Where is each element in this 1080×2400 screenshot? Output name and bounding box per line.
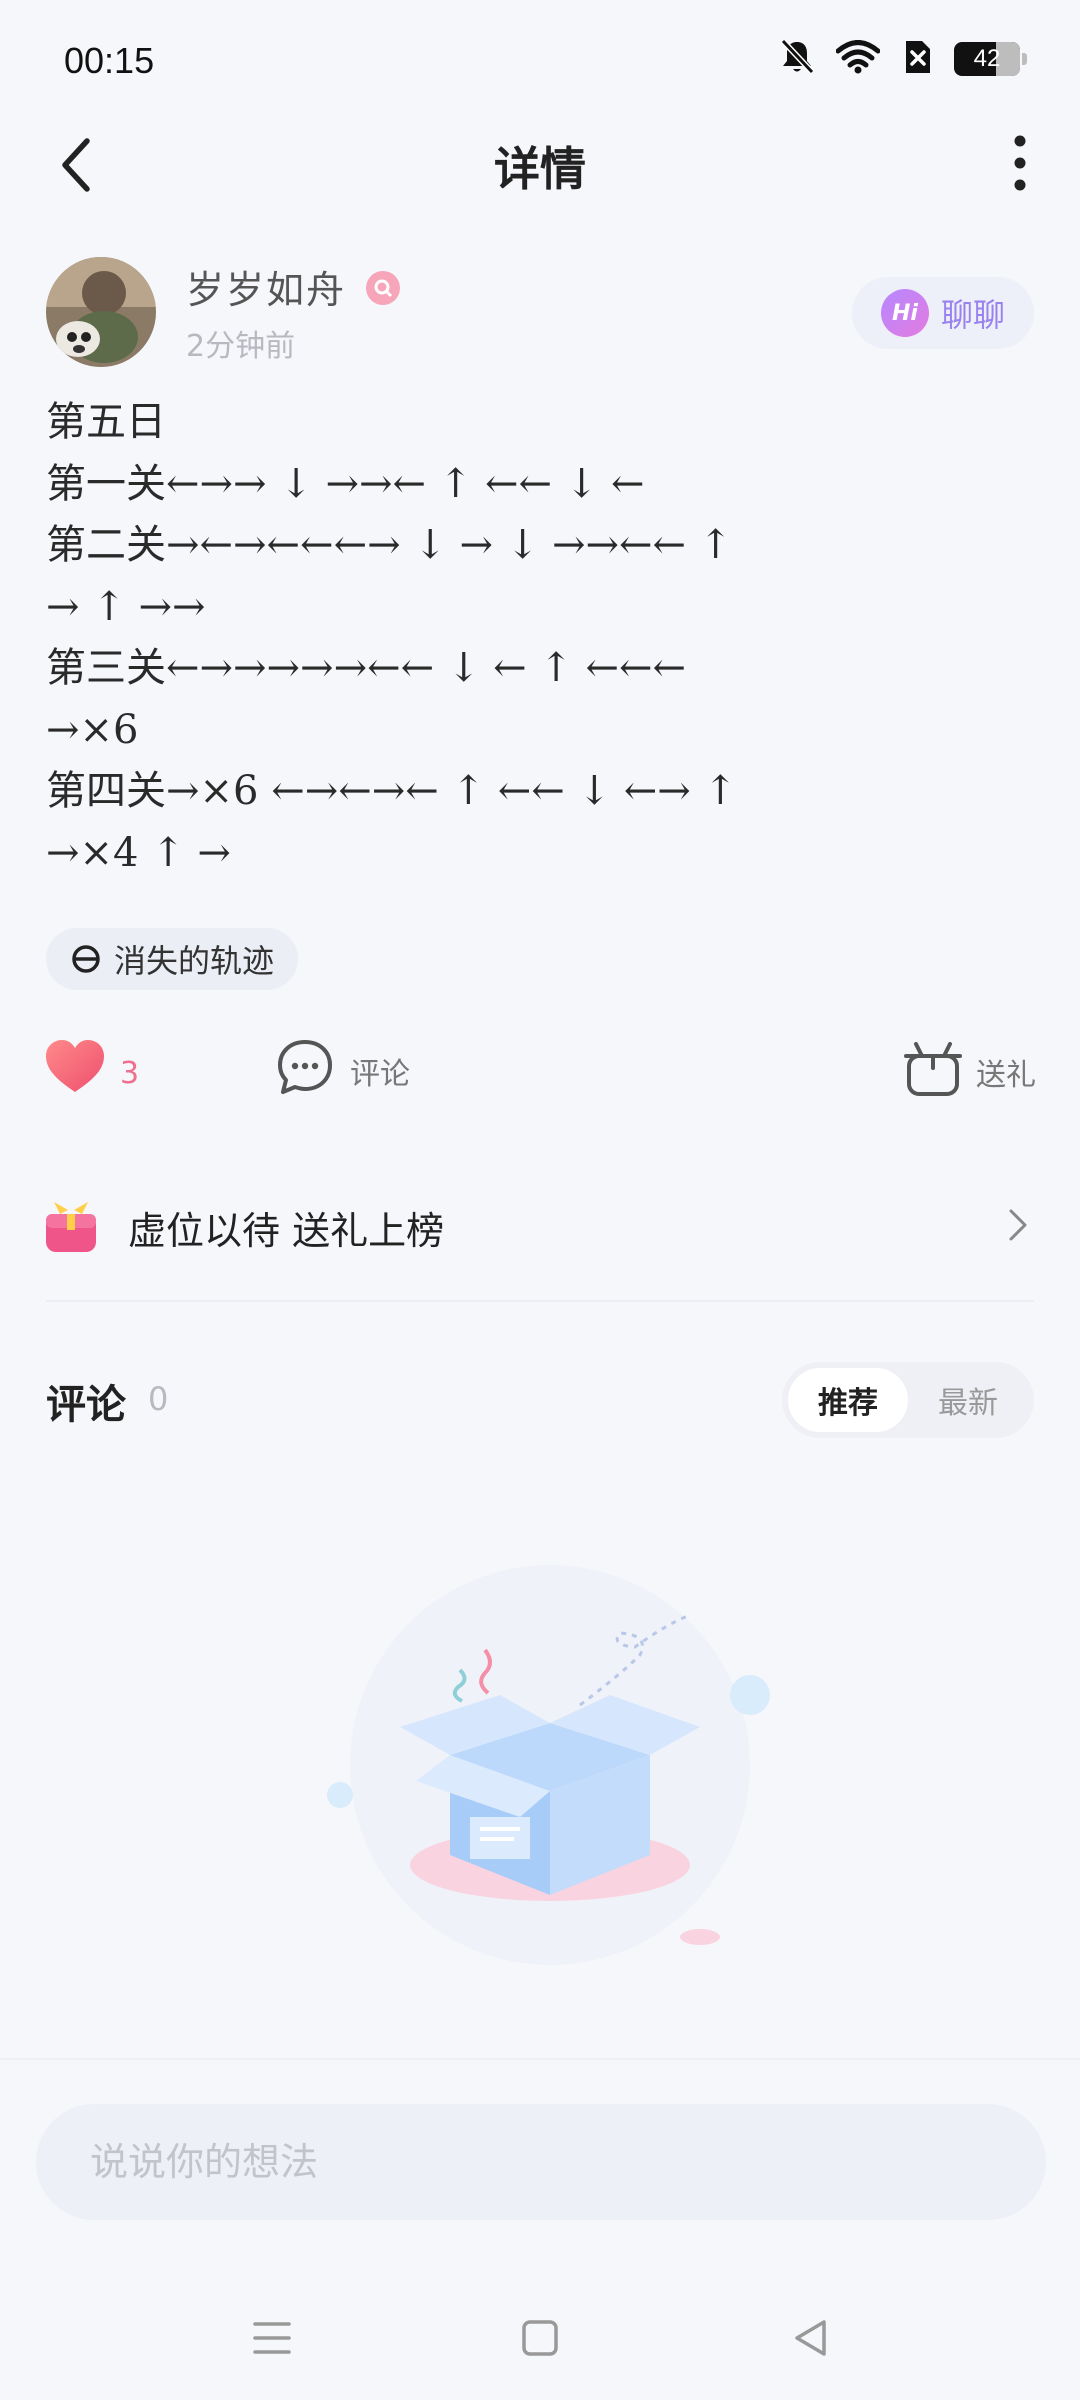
top-app-bar: 详情 — [0, 125, 1080, 205]
post-line: 第二关→←→←←←→ ↓ → ↓ →→←← ↑ — [46, 522, 733, 568]
battery-icon: 42 — [954, 42, 1027, 76]
author-name[interactable]: 岁岁如舟 — [186, 259, 346, 314]
home-square-icon — [522, 2320, 558, 2356]
more-vertical-icon — [1014, 135, 1026, 191]
post-line: → ↑ →→ — [46, 583, 206, 630]
comment-input-bar — [0, 2058, 1080, 2258]
post-detail-page: 00:15 42 详情 岁岁如舟 2分钟前 Hi 聊聊 第五日 第一关←→→ ↓… — [0, 0, 1080, 2400]
avatar[interactable] — [46, 257, 156, 367]
gift-outline-icon — [904, 1042, 962, 1096]
topic-icon — [72, 945, 100, 973]
comment-bubble-icon — [278, 1040, 332, 1094]
status-icons: 42 — [780, 38, 1027, 80]
gift-ranking-label: 虚位以待 送礼上榜 — [128, 1209, 445, 1253]
nav-home-button[interactable] — [510, 2308, 570, 2368]
author-row: 岁岁如舟 2分钟前 Hi 聊聊 — [0, 255, 1080, 375]
post-line: →×6 — [46, 706, 139, 753]
system-navigation-bar — [0, 2258, 1080, 2400]
comment-input[interactable] — [36, 2104, 1046, 2220]
menu-icon — [253, 2322, 291, 2354]
post-content: 第五日 第一关←→→ ↓ →→← ↑ ←← ↓ ← 第二关→←→←←←→ ↓ →… — [46, 392, 1036, 884]
comment-sort-switch: 推荐 最新 — [782, 1362, 1034, 1438]
nav-menu-button[interactable] — [242, 2308, 302, 2368]
gift-label: 送礼 — [976, 1058, 1036, 1093]
back-triangle-icon — [795, 2320, 826, 2356]
empty-comments-illustration — [320, 1555, 780, 1975]
gift-ranking-row[interactable]: 虚位以待 送礼上榜 — [0, 1190, 1080, 1262]
chevron-right-icon — [1009, 1209, 1027, 1241]
topic-label: 消失的轨迹 — [114, 942, 275, 980]
post-line: 第一关←→→ ↓ →→← ↑ ←← ↓ ← — [46, 460, 645, 507]
post-line: 第四关→×6 ←→←→← ↑ ←← ↓ ←→ ↑ — [46, 768, 737, 814]
heart-icon — [46, 1040, 104, 1092]
post-time: 2分钟前 — [186, 329, 296, 364]
nav-back-button[interactable] — [780, 2308, 840, 2368]
gift-box-icon — [46, 1202, 96, 1252]
mute-bell-icon — [780, 38, 815, 80]
battery-level: 42 — [973, 45, 1001, 72]
chat-button[interactable]: Hi 聊聊 — [852, 277, 1034, 349]
wifi-icon — [835, 40, 881, 78]
more-options-button[interactable] — [1000, 131, 1040, 195]
gift-button[interactable]: 送礼 — [902, 1038, 1036, 1098]
status-time: 00:15 — [64, 40, 155, 81]
comments-header: 评论 0 推荐 最新 — [0, 1362, 1080, 1442]
comment-label: 评论 — [350, 1057, 410, 1092]
chat-button-label: 聊聊 — [940, 296, 1005, 334]
comment-button[interactable]: 评论 — [276, 1038, 410, 1096]
post-line: 第五日 — [46, 399, 166, 445]
post-actions: 3 评论 送礼 — [0, 1038, 1080, 1118]
level-badge-icon — [366, 271, 400, 305]
like-count: 3 — [120, 1055, 140, 1091]
post-line: →×4 ↑ → — [46, 829, 231, 876]
divider — [46, 1300, 1034, 1302]
sim-disabled-icon — [902, 39, 932, 79]
comments-count: 0 — [148, 1380, 169, 1418]
like-button[interactable]: 3 — [44, 1038, 139, 1094]
post-line: 第三关←→→→→→←← ↓ ← ↑ ←←← — [46, 645, 687, 691]
hi-icon: Hi — [880, 289, 929, 337]
sort-latest-tab[interactable]: 最新 — [908, 1368, 1028, 1432]
topic-chip[interactable]: 消失的轨迹 — [46, 928, 299, 990]
comments-title: 评论 — [46, 1382, 126, 1428]
page-title: 详情 — [494, 142, 586, 196]
sort-recommended-tab[interactable]: 推荐 — [788, 1368, 908, 1432]
status-bar: 00:15 42 — [0, 0, 1080, 125]
